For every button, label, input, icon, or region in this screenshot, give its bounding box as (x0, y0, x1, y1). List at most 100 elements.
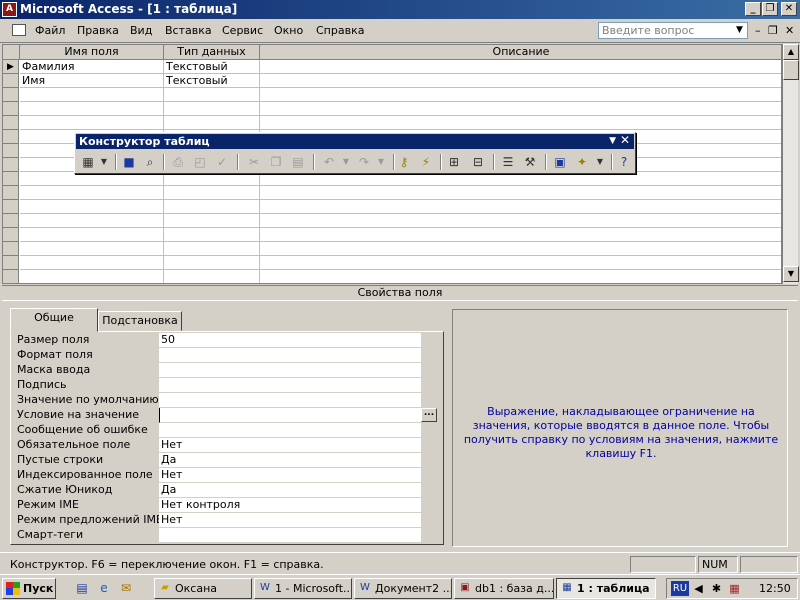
expression-builder-button[interactable]: ... (421, 408, 437, 422)
menu-tools[interactable]: Сервис (222, 24, 263, 37)
data-type-cell[interactable] (164, 270, 260, 283)
grid-vertical-scrollbar[interactable]: ▲ ▼ (782, 44, 799, 284)
description-cell[interactable] (260, 186, 781, 200)
new-object-icon[interactable]: ✦ (573, 153, 591, 171)
row-selector[interactable] (3, 88, 19, 102)
toolbar-options-icon[interactable]: ▼ (609, 134, 616, 149)
row-selector[interactable] (3, 130, 19, 144)
column-header-data-type[interactable]: Тип данных (164, 45, 260, 60)
menu-file[interactable]: Файл (35, 24, 65, 37)
property-value-field[interactable]: 50 (159, 333, 421, 348)
cut-icon[interactable]: ✂ (245, 153, 263, 171)
antivirus-icon[interactable]: ✱ (709, 581, 724, 596)
property-value-field[interactable] (159, 348, 421, 363)
data-type-cell[interactable] (164, 200, 260, 214)
save-icon[interactable]: ■ (120, 153, 138, 171)
row-selector[interactable] (3, 172, 19, 186)
field-name-cell[interactable] (20, 102, 164, 116)
close-button[interactable]: ✕ (781, 2, 797, 16)
row-selector[interactable] (3, 200, 19, 214)
field-name-cell[interactable] (20, 88, 164, 102)
field-name-cell[interactable] (20, 256, 164, 270)
database-window-icon[interactable]: ▣ (551, 153, 569, 171)
row-selector[interactable] (3, 214, 19, 228)
field-name-cell[interactable] (20, 270, 164, 283)
description-cell[interactable] (260, 102, 781, 116)
field-name-cell[interactable] (20, 186, 164, 200)
mdi-close-button[interactable]: ✕ (785, 24, 794, 37)
field-name-cell[interactable] (20, 116, 164, 130)
menu-insert[interactable]: Вставка (165, 24, 212, 37)
property-value-field[interactable]: Да (159, 483, 421, 498)
property-value-field[interactable]: Да (159, 453, 421, 468)
chevron-down-icon[interactable]: ▼ (736, 25, 743, 35)
preview-icon[interactable]: ◰ (191, 153, 209, 171)
access-app-icon[interactable]: A (2, 2, 17, 17)
insert-rows-icon[interactable]: ⊞ (445, 153, 463, 171)
field-name-cell[interactable] (20, 214, 164, 228)
description-cell[interactable] (260, 172, 781, 186)
grid-corner[interactable] (3, 45, 20, 60)
row-selector[interactable] (3, 228, 19, 242)
menu-view[interactable]: Вид (130, 24, 152, 37)
property-value-field[interactable] (159, 528, 421, 543)
scroll-thumb[interactable] (783, 60, 799, 80)
volume-icon[interactable]: ◀ (691, 581, 706, 596)
data-type-cell[interactable]: Текстовый (164, 74, 260, 88)
row-selector[interactable] (3, 242, 19, 256)
redo-dropdown-icon[interactable]: ▼ (372, 153, 390, 171)
description-cell[interactable] (260, 256, 781, 270)
restore-button[interactable]: ❐ (762, 2, 778, 16)
taskbar-button[interactable]: W Документ2 ... (354, 578, 452, 599)
property-value-field[interactable]: Нет (159, 438, 421, 453)
internet-explorer-icon[interactable]: e (96, 580, 112, 596)
taskbar-button[interactable]: ▣ db1 : база д... (454, 578, 554, 599)
toolbar-title[interactable]: Конструктор таблиц ▼ ✕ (76, 133, 634, 149)
view-dropdown-icon[interactable]: ▼ (95, 153, 113, 171)
description-cell[interactable] (260, 88, 781, 102)
data-type-cell[interactable] (164, 88, 260, 102)
taskbar-button[interactable]: ▰ Оксана (154, 578, 252, 599)
table-window-icon[interactable] (12, 24, 26, 36)
property-value-field[interactable] (159, 363, 421, 378)
spelling-icon[interactable]: ✓ (213, 153, 231, 171)
field-name-cell[interactable] (20, 242, 164, 256)
row-selector[interactable] (3, 270, 19, 283)
field-name-cell[interactable] (20, 200, 164, 214)
help-icon[interactable]: ? (615, 153, 633, 171)
data-type-cell[interactable] (164, 256, 260, 270)
property-value-field[interactable]: Нет (159, 468, 421, 483)
tab-general[interactable]: Общие (10, 308, 98, 332)
new-object-dropdown-icon[interactable]: ▼ (591, 153, 609, 171)
delete-rows-icon[interactable]: ⊟ (469, 153, 487, 171)
row-selector[interactable] (3, 116, 19, 130)
field-name-cell[interactable] (20, 172, 164, 186)
primary-key-icon[interactable]: ⚷ (395, 153, 413, 171)
scroll-down-icon[interactable]: ▼ (783, 266, 799, 282)
data-type-cell[interactable] (164, 228, 260, 242)
scroll-up-icon[interactable]: ▲ (783, 44, 799, 60)
search-icon[interactable]: ⌕ (141, 153, 159, 171)
network-icon[interactable]: ▦ (727, 581, 742, 596)
description-cell[interactable] (260, 74, 781, 88)
outlook-express-icon[interactable]: ✉ (118, 580, 134, 596)
language-indicator[interactable]: RU (671, 581, 689, 596)
mdi-restore-button[interactable]: ❐ (768, 24, 778, 37)
property-value-field[interactable]: Нет контроля (159, 498, 421, 513)
row-selector[interactable] (3, 256, 19, 270)
field-name-cell[interactable]: Имя (20, 74, 164, 88)
column-header-field-name[interactable]: Имя поля (20, 45, 164, 60)
data-type-cell[interactable]: Текстовый (164, 60, 260, 74)
redo-icon[interactable]: ↷ (355, 153, 373, 171)
clock[interactable]: 12:50 (759, 582, 791, 595)
description-cell[interactable] (260, 242, 781, 256)
data-type-cell[interactable] (164, 172, 260, 186)
minimize-button[interactable]: _ (745, 2, 761, 16)
description-cell[interactable] (260, 116, 781, 130)
description-cell[interactable] (260, 228, 781, 242)
row-selector[interactable] (3, 102, 19, 116)
data-type-cell[interactable] (164, 116, 260, 130)
indexes-icon[interactable]: ⚡ (417, 153, 435, 171)
field-name-cell[interactable]: Фамилия (20, 60, 164, 74)
undo-icon[interactable]: ↶ (320, 153, 338, 171)
